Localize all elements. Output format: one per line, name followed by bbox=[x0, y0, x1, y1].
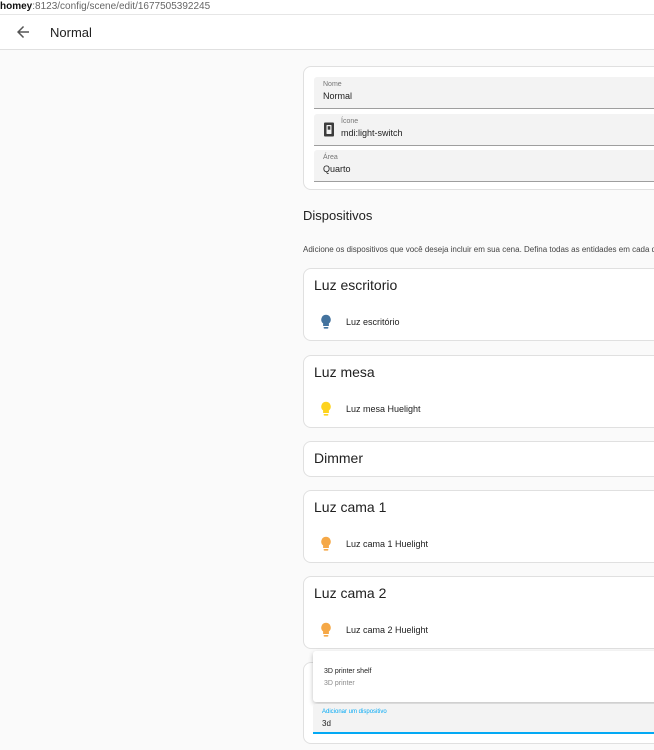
add-device-label: Adicionar um dispositivo bbox=[322, 709, 387, 715]
entity-row[interactable]: Luz cama 2 Huelight bbox=[314, 620, 654, 640]
device-card-luz-cama-1: Luz cama 1 Luz cama 1 Huelight bbox=[303, 490, 654, 563]
lightbulb-icon bbox=[321, 314, 331, 329]
top-app-bar: Normal bbox=[0, 15, 654, 50]
device-card-luz-mesa: Luz mesa Luz mesa Huelight bbox=[303, 355, 654, 428]
url-bar[interactable]: homey:8123/config/scene/edit/16775053922… bbox=[0, 0, 654, 15]
entity-row[interactable]: Luz escritório bbox=[314, 312, 654, 332]
url-host: homey bbox=[0, 1, 33, 12]
entity-name: Luz mesa Huelight bbox=[346, 404, 421, 414]
name-field[interactable]: Nome Normal bbox=[314, 77, 654, 109]
icon-field-label: Ícone bbox=[341, 118, 359, 125]
devices-section-description: Adicione os dispositivos que você deseja… bbox=[303, 245, 654, 254]
arrow-left-icon[interactable] bbox=[14, 23, 32, 41]
entity-name: Luz escritório bbox=[346, 317, 400, 327]
suggestion-name: 3D printer shelf bbox=[324, 668, 372, 675]
device-card-luz-escritorio: Luz escritorio Luz escritório bbox=[303, 268, 654, 341]
device-title: Luz mesa bbox=[314, 364, 375, 380]
name-field-value: Normal bbox=[323, 91, 353, 101]
entity-row[interactable]: Luz cama 1 Huelight bbox=[314, 534, 654, 554]
device-title: Dimmer bbox=[314, 450, 363, 466]
entity-name: Luz cama 1 Huelight bbox=[346, 539, 429, 549]
add-device-field: Adicionar um dispositivo bbox=[313, 704, 654, 734]
device-title: Luz escritorio bbox=[314, 277, 398, 293]
name-field-label: Nome bbox=[323, 81, 342, 88]
icon-field[interactable]: Ícone mdi:light-switch bbox=[314, 114, 654, 146]
page-title: Normal bbox=[50, 25, 92, 40]
area-field[interactable]: Área Quarto bbox=[314, 150, 654, 182]
devices-section-title: Dispositivos bbox=[303, 208, 373, 223]
device-title: Luz cama 2 bbox=[314, 585, 387, 601]
light-switch-icon bbox=[324, 122, 334, 137]
icon-field-value: mdi:light-switch bbox=[341, 128, 403, 138]
lightbulb-icon bbox=[321, 401, 331, 416]
device-card-dimmer: Dimmer bbox=[303, 441, 654, 477]
add-device-input[interactable] bbox=[321, 717, 643, 729]
lightbulb-icon bbox=[321, 536, 331, 551]
device-title: Luz cama 1 bbox=[314, 499, 387, 515]
scene-settings-card: Nome Normal Ícone mdi:light-switch Área … bbox=[303, 66, 654, 190]
area-field-label: Área bbox=[323, 154, 338, 161]
area-field-value: Quarto bbox=[323, 164, 351, 174]
suggestion-subtitle: 3D printer bbox=[324, 680, 355, 687]
lightbulb-icon bbox=[321, 622, 331, 637]
entity-name: Luz cama 2 Huelight bbox=[346, 625, 429, 635]
entity-row[interactable]: Luz mesa Huelight bbox=[314, 399, 654, 419]
device-card-luz-cama-2: Luz cama 2 Luz cama 2 Huelight bbox=[303, 576, 654, 649]
url-path: :8123/config/scene/edit/1677505392245 bbox=[32, 1, 211, 12]
device-suggestion-item[interactable]: 3D printer shelf 3D printer bbox=[313, 651, 654, 702]
